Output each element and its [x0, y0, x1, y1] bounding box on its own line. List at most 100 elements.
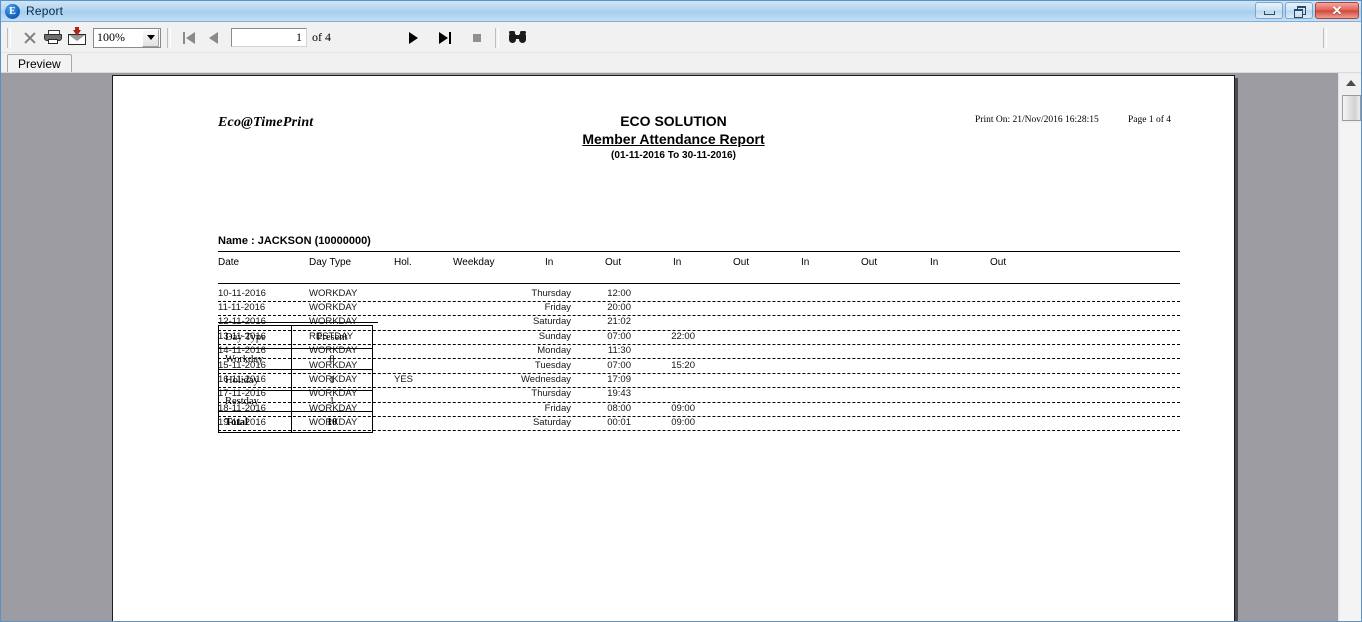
previous-page-icon	[208, 31, 218, 44]
eco-app-icon: E	[5, 3, 20, 19]
cell-out1: 09:00	[671, 402, 695, 414]
col-header-in-2: In	[673, 257, 682, 268]
header-rule-top	[218, 251, 1180, 252]
next-page-button[interactable]	[401, 26, 425, 50]
scrollbar-thumb[interactable]	[1342, 95, 1361, 121]
col-header-daytype: Day Type	[309, 257, 352, 268]
window-controls: ✕	[1255, 2, 1359, 19]
close-icon: ✕	[1331, 3, 1343, 18]
report-title: Member Attendance Report	[582, 131, 765, 147]
vertical-scrollbar[interactable]	[1338, 73, 1361, 621]
summary-label: Total	[218, 411, 292, 433]
summary-label: Holiday	[218, 369, 292, 391]
toolbar-separator-4	[1323, 27, 1327, 48]
cell-in1: 20:00	[607, 301, 631, 313]
header-rule-bottom	[218, 283, 1180, 284]
col-header-in-1: In	[545, 257, 554, 268]
report-date-range: (01-11-2016 To 30-11-2016)	[611, 150, 736, 161]
chevron-up-icon	[1346, 80, 1356, 86]
report-page: Eco@TimePrint ECO SOLUTION Member Attend…	[112, 75, 1235, 621]
binoculars-icon	[508, 31, 526, 44]
close-window-button[interactable]: ✕	[1315, 2, 1359, 19]
minimize-icon	[1263, 10, 1275, 15]
summary-label: Restday	[218, 390, 292, 412]
col-header-weekday: Weekday	[453, 257, 495, 268]
find-button[interactable]	[505, 26, 529, 50]
zoom-value: 100%	[97, 30, 125, 44]
toolbar-separator-2	[167, 27, 171, 48]
cell-date: 10-11-2016	[218, 287, 266, 299]
page-count-label: of 4	[312, 30, 331, 44]
cell-hol: YES	[394, 373, 414, 385]
restore-button[interactable]	[1285, 2, 1313, 19]
summary-header-row: Day Type Present	[218, 325, 373, 349]
summary-value: 10	[291, 411, 373, 433]
toolbar-separator	[7, 27, 11, 48]
close-x-icon	[23, 31, 36, 44]
last-page-icon	[439, 31, 451, 44]
print-button[interactable]	[41, 26, 65, 50]
export-button[interactable]	[65, 26, 89, 50]
summary-value: 1	[291, 369, 373, 391]
tab-preview[interactable]: Preview	[7, 54, 72, 73]
cell-in1: 19:43	[607, 388, 631, 400]
cell-out1: 09:00	[671, 417, 695, 429]
col-header-out-1: Out	[605, 257, 622, 268]
table-bottom-rule	[218, 322, 378, 323]
minimize-button[interactable]	[1255, 2, 1283, 19]
report-content: Eco@TimePrint ECO SOLUTION Member Attend…	[113, 76, 1234, 621]
tab-strip: Preview	[1, 53, 1361, 73]
page-number-input[interactable]: 1	[231, 28, 307, 47]
chevron-down-icon	[146, 35, 155, 40]
cell-date: 11-11-2016	[218, 301, 266, 313]
first-page-button[interactable]	[177, 26, 201, 50]
next-page-icon	[408, 31, 418, 44]
cell-day_type: WORKDAY	[309, 301, 358, 313]
cell-in1: 17:09	[607, 373, 631, 385]
cell-out1: 15:20	[671, 359, 695, 371]
printer-icon	[44, 30, 62, 45]
col-header-in-3: In	[801, 257, 810, 268]
last-page-button[interactable]	[433, 26, 457, 50]
member-name: Name : JACKSON (10000000)	[218, 235, 371, 247]
summary-row: Workday 8	[218, 348, 373, 370]
summary-row: Holiday 1	[218, 369, 373, 391]
restore-icon	[1293, 5, 1306, 18]
summary-row: Restday 1	[218, 390, 373, 412]
toolbar-separator-3	[495, 27, 499, 48]
page-indicator: Page 1 of 4	[1128, 115, 1172, 125]
table-row: 11-11-2016 WORKDAY Friday 20:00	[218, 301, 1180, 317]
previous-page-button[interactable]	[201, 26, 225, 50]
cell-in1: 21:02	[607, 316, 631, 328]
cell-in1: 11:30	[607, 345, 631, 357]
report-toolbar: 100% 1 of 4	[1, 23, 1361, 53]
first-page-icon	[183, 31, 195, 44]
col-header-out-3: Out	[861, 257, 878, 268]
summary-value: Present	[291, 325, 373, 349]
stop-icon	[473, 33, 481, 42]
title-bar: E Report ✕	[1, 1, 1361, 22]
zoom-dropdown-button[interactable]	[142, 28, 159, 47]
summary-table: Day Type Present Workday 8 Holiday 1 Restday 1 T…	[218, 325, 373, 433]
scrollbar-track[interactable]	[1340, 123, 1361, 621]
col-header-out-4: Out	[990, 257, 1007, 268]
summary-label: Day Type	[218, 325, 292, 349]
cell-out1: 22:00	[671, 330, 695, 342]
stop-button[interactable]	[465, 26, 489, 50]
col-header-date: Date	[218, 257, 240, 268]
col-header-out-2: Out	[733, 257, 750, 268]
close-report-button[interactable]	[17, 26, 41, 50]
preview-viewport: Eco@TimePrint ECO SOLUTION Member Attend…	[1, 73, 1338, 621]
col-header-hol: Hol.	[394, 257, 412, 268]
summary-value: 8	[291, 348, 373, 370]
summary-value: 1	[291, 390, 373, 412]
cell-in1: 12:00	[607, 287, 631, 299]
table-row: 10-11-2016 WORKDAY Thursday 12:00	[218, 288, 1180, 302]
print-timestamp: Print On: 21/Nov/2016 16:28:15	[975, 115, 1099, 125]
mail-export-icon	[68, 26, 86, 45]
cell-day_type: WORKDAY	[309, 287, 358, 299]
summary-label: Workday	[218, 348, 292, 370]
report-window: E Report ✕ 100% 1 of 4 Preview Eco@TimeP…	[0, 0, 1362, 622]
zoom-select[interactable]: 100%	[93, 27, 161, 48]
scroll-up-button[interactable]	[1339, 75, 1361, 91]
